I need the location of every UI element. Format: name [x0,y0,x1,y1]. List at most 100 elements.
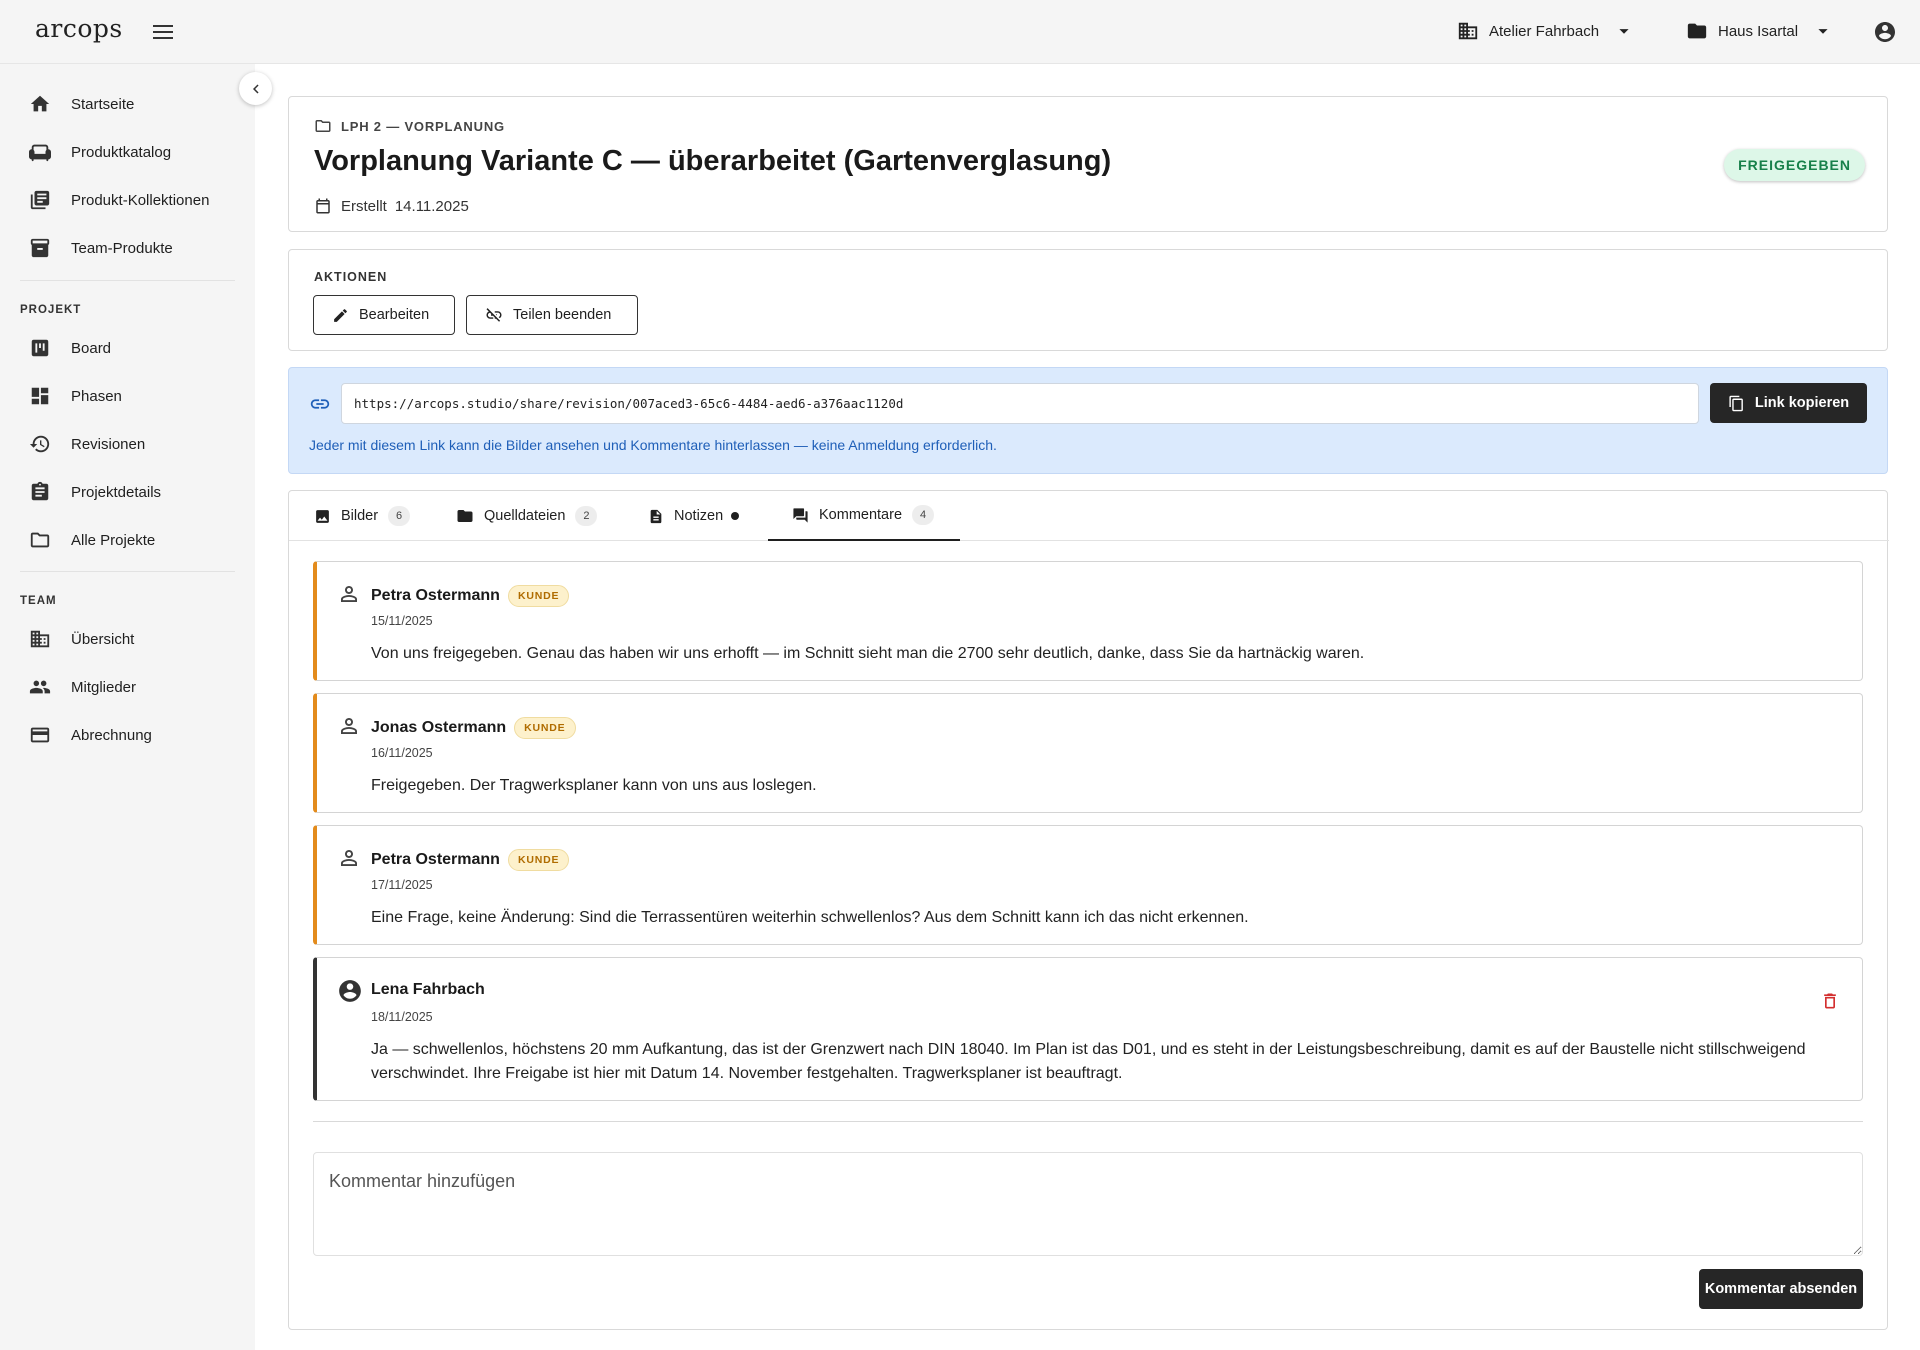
sidebar-item-produktkatalog[interactable]: Produktkatalog [28,134,238,170]
main-content: LPH 2 — VORPLANUNG Vorplanung Variante C… [255,64,1920,1350]
comment-item: Jonas Ostermann KUNDE 16/11/2025 Freigeg… [313,693,1863,813]
tab-bilder[interactable]: Bilder 6 [314,491,411,541]
sidebar-item-board[interactable]: Board [28,330,238,366]
folder-icon [457,510,473,522]
sidebar-item-abrechnung[interactable]: Abrechnung [28,717,238,753]
sidebar-item-startseite[interactable]: Startseite [28,86,238,122]
stop-sharing-button[interactable]: Teilen beenden [466,295,638,335]
dropdown-arrow-icon [1818,29,1828,34]
tab-label: Kommentare [819,507,903,523]
tab-count: 6 [388,506,411,526]
credit-card-icon [28,723,52,747]
sidebar-item-label: Abrechnung [71,726,152,744]
sidebar-item-alle-projekte[interactable]: Alle Projekte [28,522,238,558]
copy-link-button[interactable]: Link kopieren [1710,383,1867,423]
tab-count: 4 [912,505,935,525]
sidebar-item-produkt-kollektionen[interactable]: Produkt-Kollektionen [28,182,238,218]
sidebar-item-label: Team-Produkte [71,239,173,257]
tab-notizen[interactable]: Notizen [648,491,740,541]
comment-input[interactable] [313,1152,1863,1256]
dashboard-icon [28,384,52,408]
created-label: Erstellt [341,197,387,215]
building-icon [1458,22,1478,40]
top-bar: arcops Atelier Fahrbach Haus Isartal [0,0,1920,64]
author-name: Jonas Ostermann [371,719,507,736]
trash-icon [1824,993,1836,1009]
menu-button[interactable] [150,19,178,45]
sidebar: Startseite Produktkatalog Produkt-Kollek… [0,64,255,1350]
tab-label: Bilder [341,508,379,524]
tab-kommentare[interactable]: Kommentare 4 [768,491,960,541]
sidebar-item-label: Produktkatalog [71,143,172,161]
status-badge: FREIGEGEBEN [1724,149,1865,181]
revision-header-card: LPH 2 — VORPLANUNG Vorplanung Variante C… [288,96,1888,232]
actions-title: AKTIONEN [314,270,388,284]
sidebar-collapse-button[interactable] [239,72,272,105]
breadcrumb-phase[interactable]: LPH 2 — VORPLANUNG [341,119,505,134]
sidebar-item-team-produkte[interactable]: Team-Produkte [28,230,238,266]
comment-date: 16/11/2025 [371,746,433,760]
account-circle-icon [339,980,361,1002]
person-outline-icon [341,850,357,866]
home-icon [28,92,52,116]
clipboard-icon [28,480,52,504]
hamburger-icon [153,25,173,39]
building-icon [28,627,52,651]
sidebar-divider [20,571,235,572]
comment-text: Freigegeben. Der Tragwerksplaner kann vo… [371,777,817,794]
sidebar-item-revisionen[interactable]: Revisionen [28,426,238,462]
sidebar-item-label: Projektdetails [71,483,162,501]
link-icon [310,399,330,409]
account-circle-icon [1875,22,1895,42]
app-logo[interactable]: arcops [35,14,123,43]
sidebar-divider [20,280,235,281]
unsaved-dot [731,512,740,520]
comment-text: Von uns freigegeben. Genau das haben wir… [371,645,1365,662]
document-icon [650,509,662,523]
comments-divider [313,1121,1863,1122]
collections-icon [28,188,52,212]
pencil-icon [334,308,347,322]
person-outline-icon [341,718,357,734]
tab-bar: Bilder 6 Quelldateien 2 Notizen Kommenta… [289,491,1889,541]
role-badge: KUNDE [507,849,570,871]
edit-button-label: Bearbeiten [359,307,430,323]
sidebar-item-label: Übersicht [71,630,135,648]
sidebar-item-uebersicht[interactable]: Übersicht [28,621,238,657]
tab-quelldateien[interactable]: Quelldateien 2 [456,491,598,541]
sidebar-item-phasen[interactable]: Phasen [28,378,238,414]
comment-item-own: Lena Fahrbach 18/11/2025 Ja — schwellenl… [313,957,1863,1101]
project-selector[interactable]: Haus Isartal [1686,20,1834,42]
sidebar-item-label: Board [71,339,112,357]
history-icon [28,432,52,456]
sidebar-item-projektdetails[interactable]: Projektdetails [28,474,238,510]
comment-author: Lena Fahrbach [371,981,485,999]
tab-count: 2 [575,506,598,526]
account-button[interactable] [1873,20,1897,49]
comment-date: 17/11/2025 [371,878,433,892]
comment-item: Petra Ostermann KUNDE 15/11/2025 Von uns… [313,561,1863,681]
sidebar-item-mitglieder[interactable]: Mitglieder [28,669,238,705]
calendar-icon [316,198,330,214]
role-badge: KUNDE [507,585,570,607]
comment-date: 18/11/2025 [371,1010,433,1024]
copy-icon [1729,395,1743,411]
breadcrumb: LPH 2 — VORPLANUNG [314,117,505,135]
revision-tabs-card: Bilder 6 Quelldateien 2 Notizen Kommenta… [288,490,1889,1330]
share-url-field[interactable]: https://arcops.studio/share/revision/007… [341,383,1699,424]
tab-label: Quelldateien [484,508,566,524]
send-comment-button[interactable]: Kommentar absenden [1699,1269,1863,1309]
sidebar-item-label: Revisionen [71,435,146,453]
sidebar-item-label: Produkt-Kollektionen [71,191,210,209]
delete-comment-button[interactable] [1820,991,1840,1016]
sidebar-item-label: Mitglieder [71,678,137,696]
archive-icon [28,236,52,260]
chevron-left-icon [252,84,259,93]
share-link-card: https://arcops.studio/share/revision/007… [288,367,1888,474]
author-name: Lena Fahrbach [371,981,485,998]
dropdown-arrow-icon [1619,29,1629,34]
edit-button[interactable]: Bearbeiten [313,295,455,335]
comment-author: Jonas Ostermann KUNDE [371,717,576,739]
organization-selector[interactable]: Atelier Fahrbach [1457,20,1635,42]
page-title: Vorplanung Variante C — überarbeitet (Ga… [314,145,1112,177]
